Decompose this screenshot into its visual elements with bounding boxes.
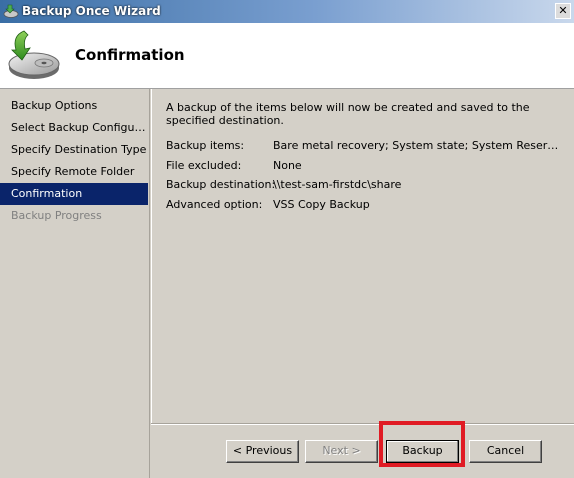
- sidebar-item-backup-progress: Backup Progress: [11, 209, 102, 222]
- row-label: Advanced option:: [166, 197, 263, 211]
- previous-button[interactable]: < Previous: [226, 440, 299, 463]
- sidebar-item-specify-remote-folder[interactable]: Specify Remote Folder: [0, 161, 148, 183]
- row-label: Backup items:: [166, 139, 245, 152]
- intro-text: A backup of the items below will now be …: [166, 101, 530, 127]
- window-title: Backup Once Wizard: [22, 4, 161, 18]
- cancel-button[interactable]: Cancel: [469, 440, 542, 463]
- summary-row-file-excluded: File excluded: None: [166, 156, 566, 176]
- backup-wizard-icon: [3, 4, 19, 18]
- row-value: \\test-sam-firstdc\share: [273, 178, 402, 191]
- next-button: Next >: [305, 440, 378, 463]
- sidebar-item-select-backup-configuration[interactable]: Select Backup Configur...: [0, 117, 148, 139]
- row-value: None: [273, 158, 302, 172]
- backup-disk-arrow-icon: [8, 30, 60, 79]
- wizard-steps-sidebar: Backup Options Select Backup Configur...…: [0, 89, 150, 478]
- close-icon: ✕: [558, 4, 568, 17]
- summary-list: Backup items: Bare metal recovery; Syste…: [166, 136, 566, 214]
- close-button[interactable]: ✕: [555, 3, 571, 19]
- sidebar-item-confirmation[interactable]: Confirmation: [0, 183, 148, 205]
- sidebar-item-backup-options[interactable]: Backup Options: [0, 95, 148, 117]
- row-label: Backup destination:: [166, 178, 276, 191]
- summary-row-backup-destination: Backup destination: \\test-sam-firstdc\s…: [166, 175, 566, 195]
- summary-row-backup-items: Backup items: Bare metal recovery; Syste…: [166, 136, 566, 156]
- title-bar: Backup Once Wizard ✕: [0, 0, 574, 23]
- wizard-footer: < Previous Next > Backup Cancel: [151, 425, 574, 478]
- row-label: File excluded:: [166, 158, 242, 172]
- page-title: Confirmation: [75, 46, 185, 64]
- row-value: Bare metal recovery; System state; Syste…: [273, 139, 561, 152]
- sidebar-item-specify-destination-type[interactable]: Specify Destination Type: [0, 139, 148, 161]
- wizard-header: Confirmation: [0, 23, 574, 89]
- confirmation-panel: A backup of the items below will now be …: [151, 89, 574, 423]
- row-value: VSS Copy Backup: [273, 197, 370, 211]
- summary-row-advanced-option: Advanced option: VSS Copy Backup: [166, 195, 566, 215]
- backup-button[interactable]: Backup: [386, 440, 459, 463]
